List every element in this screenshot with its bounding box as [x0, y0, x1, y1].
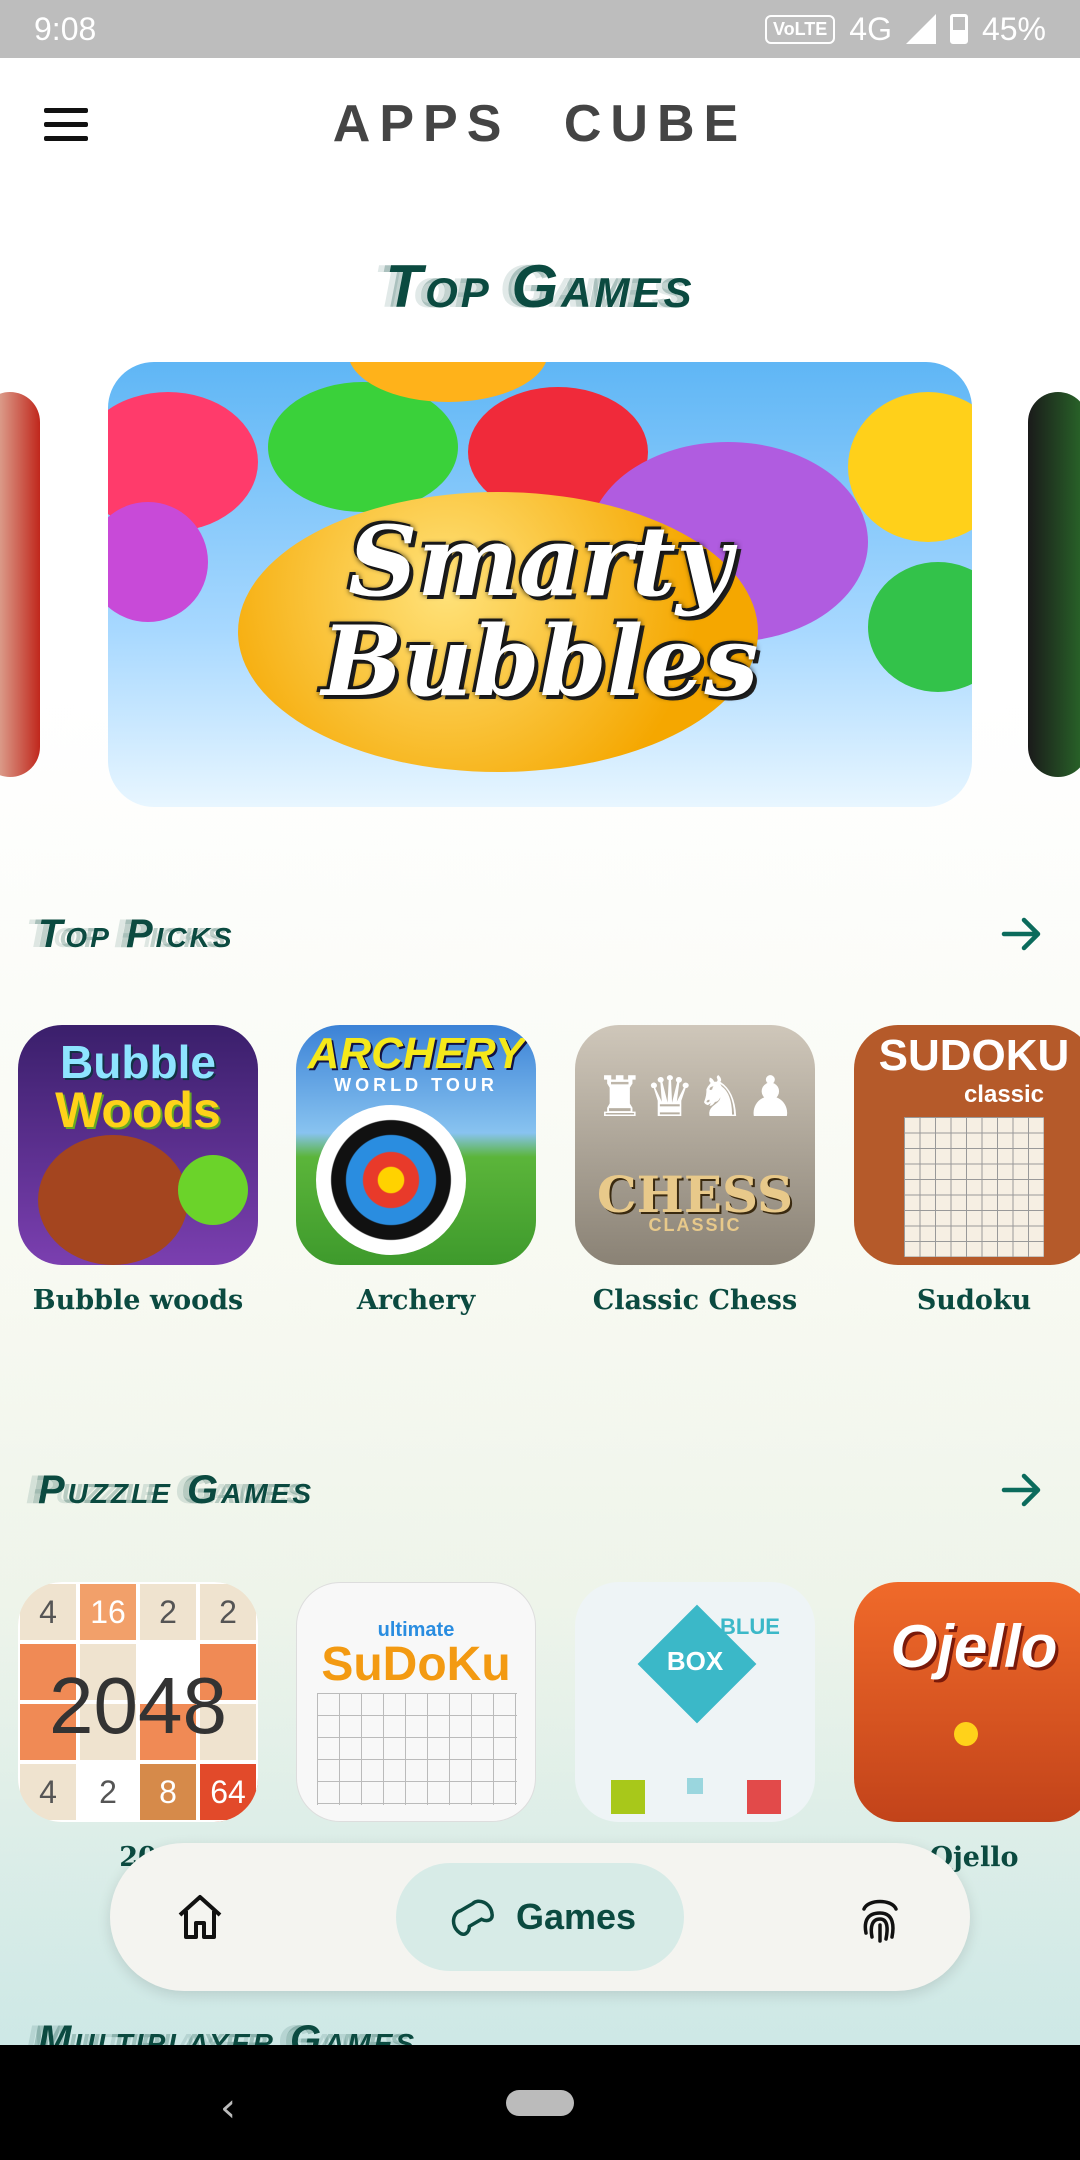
game-label: Sudoku	[916, 1285, 1032, 1316]
game-tile-sudoku[interactable]: SUDOKU classic Sudoku	[854, 1025, 1080, 1316]
game-tile-classic-chess[interactable]: ♜♛♞♟ CHESS CLASSIC Classic Chess	[575, 1025, 815, 1316]
puzzle-games-list: 4 16 2 2 4 2 8 64 2048 20 ultimate SuDoK…	[0, 1582, 1080, 1873]
battery-icon	[949, 14, 968, 44]
carousel-next-card[interactable]	[1028, 392, 1080, 777]
game-tile-bubble-woods[interactable]: Bubble Woods Bubble woods	[18, 1025, 258, 1316]
home-icon[interactable]	[170, 1887, 230, 1947]
game-tile-ojello[interactable]: Ojello Ojello	[854, 1582, 1080, 1873]
games-nav-label: Games	[515, 1896, 637, 1937]
bubble-woods-icon: Bubble Woods	[18, 1025, 258, 1265]
games-nav-tab[interactable]: Games	[396, 1863, 684, 1971]
system-back-icon[interactable]: ‹	[220, 2085, 236, 2131]
network-label: 4G	[849, 10, 892, 47]
app-title: APPS CUBE	[332, 95, 748, 153]
top-picks-list: Bubble Woods Bubble woods ARCHERY WORLD …	[0, 1025, 1080, 1316]
gamepad-icon	[444, 1888, 498, 1946]
ojello-icon: Ojello	[854, 1582, 1080, 1822]
status-time: 9:08	[34, 10, 97, 47]
sudoku-icon: SUDOKU classic	[854, 1025, 1080, 1265]
game-tile-2048[interactable]: 4 16 2 2 4 2 8 64 2048 20	[18, 1582, 258, 1873]
system-navigation-bar: ‹	[0, 2045, 1080, 2160]
app-bar: APPS CUBE	[0, 58, 1080, 192]
blue-box-icon: BOX BLUE	[575, 1582, 815, 1822]
game-tile-ultimate-sudoku[interactable]: ultimate SuDoKu	[296, 1582, 536, 1842]
system-home-pill[interactable]	[506, 2090, 574, 2116]
game-tile-blue-box[interactable]: BOX BLUE	[575, 1582, 815, 1842]
ultimate-sudoku-icon: ultimate SuDoKu	[296, 1582, 536, 1822]
volte-icon: VoLTE	[764, 14, 836, 44]
game-label: Archery	[356, 1285, 476, 1316]
carousel-prev-card[interactable]	[0, 392, 40, 777]
game-2048-icon: 4 16 2 2 4 2 8 64 2048	[18, 1582, 258, 1822]
banner-logo-text: Smarty Bubbles	[321, 505, 759, 718]
signal-icon	[905, 14, 936, 44]
top-picks-heading: Top Picks	[38, 912, 235, 956]
status-bar: 9:08 VoLTE 4G 45%	[0, 0, 1080, 58]
fingerprint-icon[interactable]	[850, 1887, 910, 1947]
top-games-carousel[interactable]: Smarty Bubbles	[0, 362, 1080, 807]
classic-chess-icon: ♜♛♞♟ CHESS CLASSIC	[575, 1025, 815, 1265]
featured-game-banner[interactable]: Smarty Bubbles	[108, 362, 972, 807]
puzzle-games-arrow-icon[interactable]	[998, 1466, 1046, 1514]
top-picks-arrow-icon[interactable]	[998, 910, 1046, 958]
battery-percent: 45%	[981, 10, 1046, 47]
bottom-navigation: Games	[110, 1843, 970, 1991]
top-games-heading: Top Games	[385, 253, 695, 320]
game-label: Classic Chess	[592, 1285, 798, 1316]
archery-icon: ARCHERY WORLD TOUR	[296, 1025, 536, 1265]
game-tile-archery[interactable]: ARCHERY WORLD TOUR Archery	[296, 1025, 536, 1316]
game-label: Bubble woods	[32, 1285, 244, 1316]
puzzle-games-heading: Puzzle Games	[38, 1468, 315, 1512]
